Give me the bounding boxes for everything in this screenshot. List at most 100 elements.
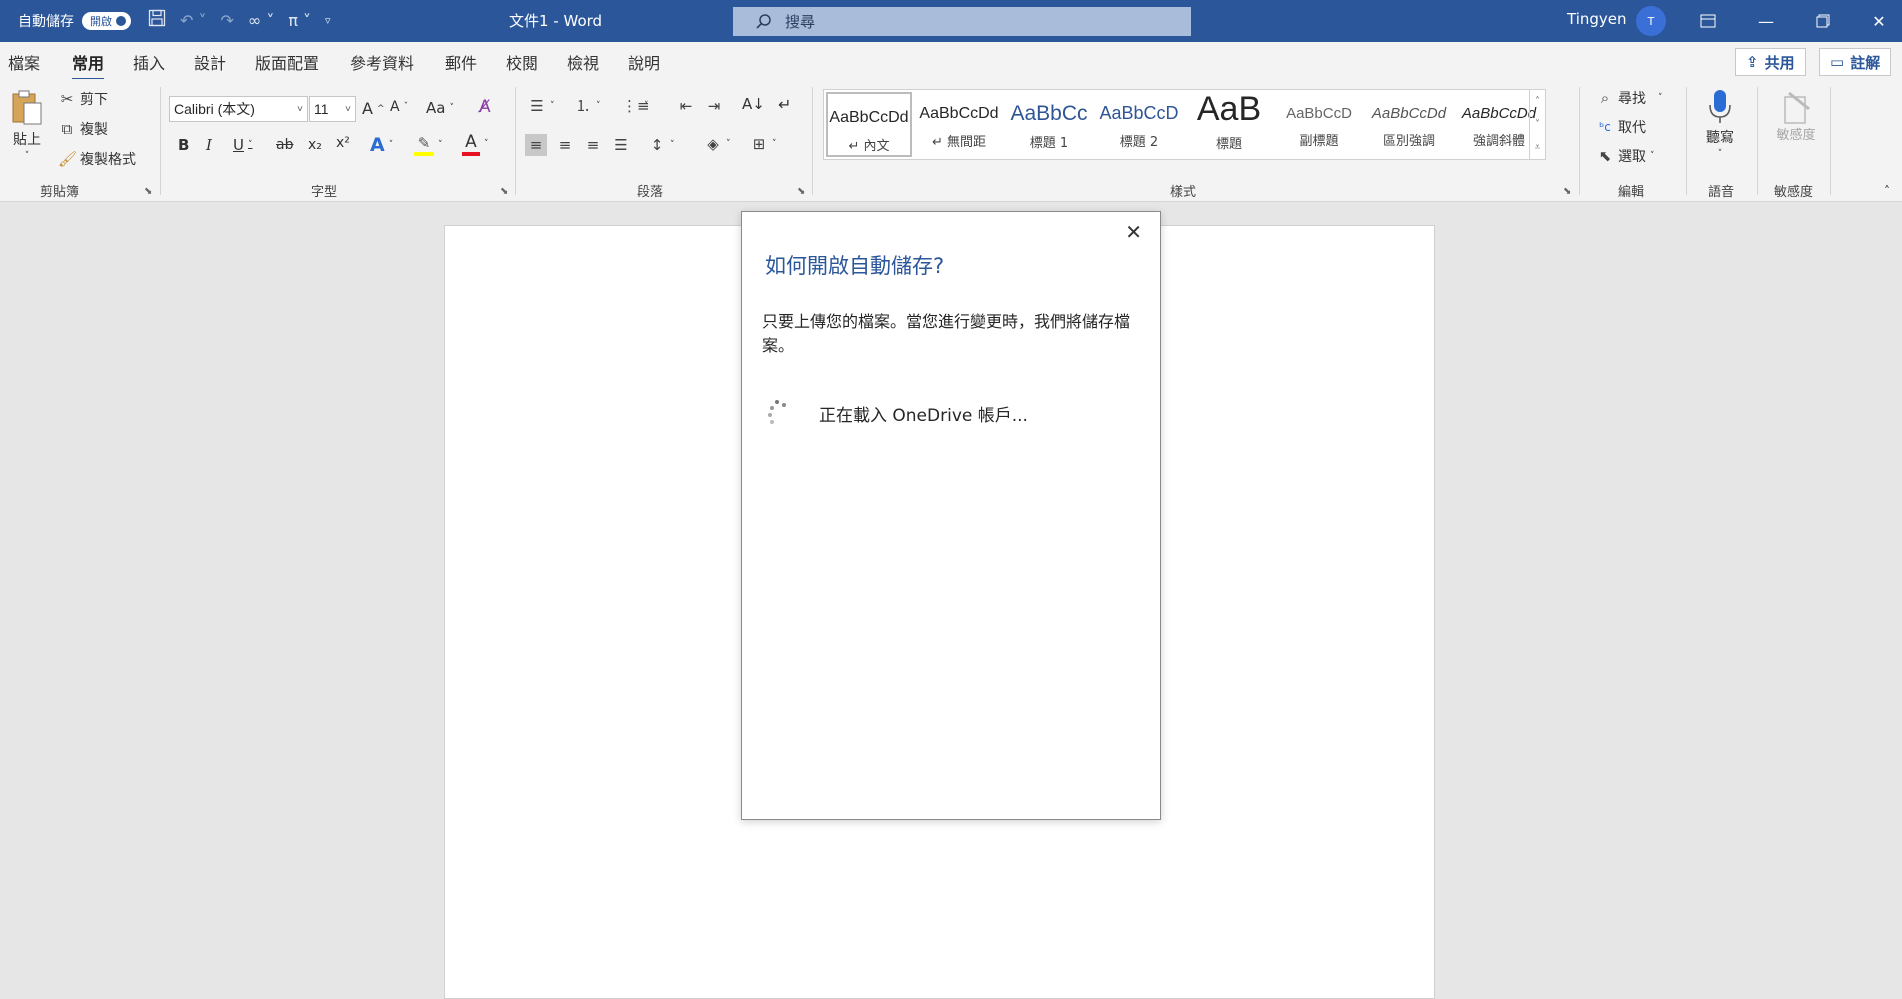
highlight-color-button[interactable]: ✎ ˅	[414, 134, 443, 156]
multilevel-list-button[interactable]: ⋮≡ ˅	[622, 97, 650, 115]
styles-scroll-up-icon[interactable]: ˄	[1529, 90, 1545, 113]
italic-button[interactable]: I	[206, 136, 212, 154]
dialog-launcher-icon[interactable]: ⬊	[144, 186, 152, 197]
align-center-icon[interactable]: ≡	[556, 136, 574, 154]
change-case-label: Aa	[426, 99, 446, 117]
borders-button[interactable]: ⊞ ˅	[750, 135, 777, 153]
dialog-launcher-icon[interactable]: ⬊	[500, 186, 508, 197]
borders-icon: ⊞	[752, 135, 766, 153]
search-box[interactable]	[733, 7, 1191, 36]
quick-access-toolbar: ↶ ˅ ↷ ∞ ˅ π ˅ ▿	[148, 9, 331, 31]
shrink-font-button[interactable]: Aˇ	[390, 99, 408, 115]
superscript-button[interactable]: x²	[336, 135, 350, 151]
style-name: 標題 2	[1119, 135, 1159, 150]
line-spacing-button[interactable]: ↕ ˅	[648, 136, 675, 154]
align-right-icon[interactable]: ≡	[584, 136, 602, 154]
sensitivity-icon	[1784, 91, 1810, 124]
font-size-value: 11	[314, 101, 329, 117]
chevron-down-icon: ˅	[484, 139, 489, 149]
dialog-launcher-icon[interactable]: ⬊	[797, 186, 805, 197]
search-input[interactable]	[785, 12, 1145, 31]
text-effects-icon[interactable]: A ˅	[370, 134, 393, 156]
style-title[interactable]: AaB 標題	[1185, 90, 1273, 159]
change-case-button[interactable]: Aa ˅	[426, 99, 454, 117]
copy-button[interactable]: ⧉ 複製	[58, 119, 108, 139]
cut-button[interactable]: ✂ 剪下	[58, 89, 108, 109]
increase-indent-icon[interactable]: ⇥	[705, 97, 723, 115]
group-divider	[1757, 87, 1758, 195]
minimize-icon[interactable]: —	[1743, 0, 1789, 42]
paste-button[interactable]: 貼上 ˅	[10, 89, 44, 161]
link-icon[interactable]: ∞ ˅	[248, 11, 274, 30]
strikethrough-button[interactable]: ab	[276, 137, 293, 153]
font-size-combo[interactable]: 11 ˅	[309, 96, 356, 122]
title-bar: 自動儲存 開啟 ↶ ˅ ↷ ∞ ˅ π ˅ ▿ 文件1 - Word Tingy…	[0, 0, 1902, 42]
styles-expand-icon[interactable]: ⩡	[1529, 136, 1545, 159]
styles-group-label: 樣式	[1170, 185, 1197, 200]
chevron-down-icon: ˅	[438, 140, 443, 150]
copy-icon: ⧉	[61, 120, 73, 138]
bullets-button[interactable]: ☰ ˅	[528, 97, 554, 115]
avatar[interactable]: T	[1636, 6, 1666, 36]
close-icon[interactable]: ✕	[1125, 220, 1142, 244]
tab-home[interactable]: 常用	[72, 50, 105, 81]
styles-scroll-down-icon[interactable]: ˅	[1529, 113, 1545, 136]
select-button[interactable]: ⬉ 選取 ˅	[1596, 146, 1655, 166]
undo-icon[interactable]: ↶ ˅	[180, 11, 207, 30]
underline-button[interactable]: U ˅	[233, 136, 252, 154]
style-heading-2[interactable]: AaBbCcD 標題 2	[1095, 90, 1183, 159]
align-left-icon[interactable]: ≡	[525, 134, 547, 156]
replace-button[interactable]: ᵇc 取代	[1596, 117, 1646, 137]
justify-icon[interactable]: ☰	[612, 136, 630, 154]
style-subtitle[interactable]: AaBbCcD 副標題	[1275, 90, 1363, 159]
show-formatting-marks-icon[interactable]: ↵	[778, 95, 791, 114]
tab-layout[interactable]: 版面配置	[255, 50, 319, 74]
style-normal[interactable]: AaBbCcDd ↵ 內文	[826, 92, 912, 157]
editing-group-label: 編輯	[1618, 185, 1645, 200]
sensitivity-button[interactable]: 敏感度	[1776, 89, 1816, 144]
decrease-indent-icon[interactable]: ⇤	[677, 97, 695, 115]
user-name[interactable]: Tingyen	[1567, 10, 1627, 28]
style-subtle-emphasis[interactable]: AaBbCcDd 區別強調	[1365, 90, 1453, 159]
align-glyph: ≡	[586, 136, 600, 154]
tab-mailings[interactable]: 郵件	[445, 50, 477, 74]
shading-button[interactable]: ◈ ˅	[704, 135, 730, 153]
find-button[interactable]: ⌕ 尋找 ˅	[1596, 88, 1663, 108]
tab-references[interactable]: 參考資料	[350, 50, 414, 74]
font-color-button[interactable]: A ˅	[462, 132, 489, 156]
group-divider	[812, 87, 813, 195]
tab-file[interactable]: 檔案	[8, 50, 40, 74]
save-icon[interactable]	[148, 9, 166, 31]
font-name-combo[interactable]: Calibri (本文) ˅	[169, 96, 308, 122]
customize-qat-icon[interactable]: ▿	[325, 14, 331, 27]
collapse-ribbon-icon[interactable]: ˄	[1884, 184, 1890, 198]
subscript-button[interactable]: x₂	[308, 137, 322, 153]
subscript-label: x₂	[308, 137, 322, 153]
comments-button[interactable]: ▭ 註解	[1819, 48, 1892, 76]
scissors-icon: ✂	[60, 90, 74, 108]
tab-design[interactable]: 設計	[194, 50, 226, 74]
group-divider	[515, 87, 516, 195]
sort-icon[interactable]: A↓	[742, 95, 765, 113]
dialog-launcher-icon[interactable]: ⬊	[1563, 186, 1571, 197]
highlighter-icon: ✎	[414, 134, 434, 156]
close-icon[interactable]: ✕	[1856, 0, 1902, 42]
tab-insert[interactable]: 插入	[133, 50, 165, 74]
tab-help[interactable]: 說明	[628, 50, 660, 74]
style-no-spacing[interactable]: AaBbCcDd ↵ 無間距	[915, 90, 1003, 159]
clear-formatting-icon[interactable]: A̸	[479, 97, 491, 117]
share-button[interactable]: ⇪ 共用	[1735, 48, 1806, 76]
dictate-button[interactable]: 聽寫 ˅	[1706, 89, 1734, 159]
pi-icon[interactable]: π ˅	[288, 11, 311, 30]
restore-icon[interactable]	[1800, 0, 1846, 42]
numbering-button[interactable]: ⒈ ˅	[574, 97, 600, 115]
bold-button[interactable]: B	[178, 136, 189, 154]
format-painter-button[interactable]: 🖌 複製格式	[58, 149, 136, 169]
autosave-toggle[interactable]: 開啟	[82, 12, 131, 30]
redo-icon[interactable]: ↷	[221, 11, 234, 30]
tab-view[interactable]: 檢視	[567, 50, 599, 74]
tab-review[interactable]: 校閱	[506, 50, 538, 74]
style-heading-1[interactable]: AaBbCc 標題 1	[1005, 90, 1093, 159]
ribbon-display-options-icon[interactable]	[1685, 0, 1731, 42]
grow-font-button[interactable]: A ^	[362, 99, 385, 118]
